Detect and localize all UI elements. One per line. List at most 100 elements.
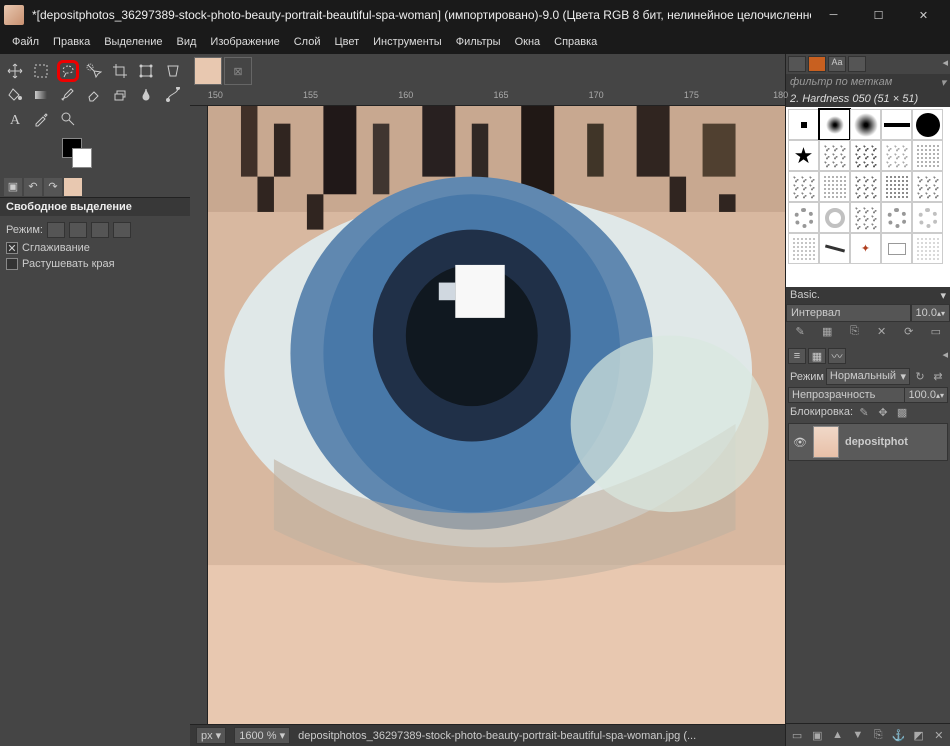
spacing-slider[interactable]: Интервал 10.0▴▾ (786, 304, 950, 322)
image-tab-thumb[interactable] (194, 57, 222, 85)
edit-brush-icon[interactable]: ✎ (792, 324, 808, 338)
brush-item[interactable] (912, 202, 943, 233)
opacity-slider[interactable]: Непрозрачность 100.0▴▾ (788, 387, 948, 403)
mode-intersect[interactable] (113, 222, 131, 238)
path-tool[interactable] (162, 84, 184, 106)
clone-tool[interactable] (109, 84, 131, 106)
image-tab-close[interactable]: ⊠ (224, 57, 252, 85)
mode-replace[interactable] (47, 222, 65, 238)
channels-tab[interactable]: ▦ (808, 348, 826, 364)
brush-item[interactable]: ✦ (850, 233, 881, 264)
layer-mode-select[interactable]: Нормальный▾ (826, 368, 910, 385)
menu-layer[interactable]: Слой (288, 34, 327, 50)
crop-tool[interactable] (109, 60, 131, 82)
minimize-button[interactable]: ─ (811, 0, 856, 30)
move-tool[interactable] (4, 60, 26, 82)
history-tab[interactable] (848, 56, 866, 72)
merge-layer-icon[interactable]: ⚓ (890, 728, 906, 742)
bucket-fill-tool[interactable] (4, 84, 26, 106)
duplicate-brush-icon[interactable]: ⎘ (846, 324, 862, 338)
smudge-tool[interactable] (135, 84, 157, 106)
background-color[interactable] (72, 148, 92, 168)
brush-item[interactable] (881, 109, 912, 140)
feather-row[interactable]: Растушевать края (6, 258, 184, 270)
antialias-row[interactable]: ✕ Сглаживание (6, 242, 184, 254)
transform-tool[interactable] (135, 60, 157, 82)
status-unit[interactable]: px ▾ (196, 727, 226, 744)
layer-item[interactable]: 👁 depositphot (788, 423, 948, 461)
menu-edit[interactable]: Правка (47, 34, 96, 50)
device-tab[interactable]: ↶ (24, 178, 42, 196)
brush-item[interactable] (881, 202, 912, 233)
paths-tab[interactable]: 〰 (828, 348, 846, 364)
mode-subtract[interactable] (91, 222, 109, 238)
undo-tab[interactable]: ↷ (44, 178, 62, 196)
brush-item[interactable] (912, 140, 943, 171)
new-layer-icon[interactable]: ▭ (789, 728, 805, 742)
brush-item[interactable] (881, 171, 912, 202)
lock-pixels-icon[interactable]: ✎ (856, 405, 872, 419)
brush-item[interactable] (881, 140, 912, 171)
lock-alpha-icon[interactable]: ▩ (894, 405, 910, 419)
brush-item[interactable] (819, 202, 850, 233)
brush-item[interactable] (850, 109, 881, 140)
menu-file[interactable]: Файл (6, 34, 45, 50)
brush-item[interactable]: ★ (788, 140, 819, 171)
brush-filter[interactable]: фильтр по меткам ▾ (786, 74, 950, 91)
brushes-tab[interactable] (788, 56, 806, 72)
menu-filters[interactable]: Фильтры (450, 34, 507, 50)
raise-layer-icon[interactable]: ▲ (830, 728, 846, 742)
lock-position-icon[interactable]: ✥ (875, 405, 891, 419)
menu-colors[interactable]: Цвет (328, 34, 365, 50)
delete-brush-icon[interactable]: ✕ (874, 324, 890, 338)
brush-item[interactable] (819, 140, 850, 171)
dock-menu-icon[interactable]: ◂ (942, 348, 948, 364)
close-button[interactable]: ✕ (901, 0, 946, 30)
brush-item[interactable] (881, 233, 912, 264)
lower-layer-icon[interactable]: ▼ (850, 728, 866, 742)
maximize-button[interactable]: ☐ (856, 0, 901, 30)
mode-add[interactable] (69, 222, 87, 238)
open-folder-icon[interactable]: ▭ (928, 324, 944, 338)
warp-tool[interactable] (162, 60, 184, 82)
refresh-brush-icon[interactable]: ⟳ (901, 324, 917, 338)
canvas[interactable] (208, 106, 785, 724)
brush-item[interactable] (912, 233, 943, 264)
vertical-ruler[interactable] (190, 106, 208, 724)
menu-image[interactable]: Изображение (204, 34, 285, 50)
brush-item[interactable] (819, 109, 850, 140)
brush-item[interactable] (912, 171, 943, 202)
brush-item[interactable] (850, 171, 881, 202)
fuzzy-select-tool[interactable] (83, 60, 105, 82)
color-picker-tool[interactable] (30, 108, 52, 130)
horizontal-ruler[interactable]: 150 155 160 165 170 175 180 (190, 88, 785, 106)
brush-item[interactable] (819, 233, 850, 264)
rect-select-tool[interactable] (30, 60, 52, 82)
feather-checkbox[interactable] (6, 258, 18, 270)
brush-preset[interactable]: Basic. ▾ (786, 287, 950, 304)
tool-options-tab[interactable]: ▣ (4, 178, 22, 196)
menu-windows[interactable]: Окна (509, 34, 547, 50)
new-group-icon[interactable]: ▣ (809, 728, 825, 742)
delete-layer-icon[interactable]: ✕ (931, 728, 947, 742)
brush-item[interactable] (788, 109, 819, 140)
text-tool[interactable]: A (4, 108, 26, 130)
visibility-icon[interactable]: 👁 (793, 436, 807, 449)
brush-item[interactable] (788, 202, 819, 233)
mask-layer-icon[interactable]: ◩ (911, 728, 927, 742)
antialias-checkbox[interactable]: ✕ (6, 242, 18, 254)
menu-help[interactable]: Справка (548, 34, 603, 50)
patterns-tab[interactable] (808, 56, 826, 72)
mode-reset-icon[interactable]: ↻ (912, 370, 928, 384)
zoom-tool[interactable] (57, 108, 79, 130)
mode-swap-icon[interactable]: ⇄ (930, 370, 946, 384)
new-brush-icon[interactable]: ▦ (819, 324, 835, 338)
gradient-tool[interactable] (30, 84, 52, 106)
dock-menu-icon[interactable]: ◂ (942, 56, 948, 72)
layers-tab[interactable]: ≡ (788, 348, 806, 364)
fonts-tab[interactable]: Aa (828, 56, 846, 72)
menu-view[interactable]: Вид (171, 34, 203, 50)
brush-item[interactable] (850, 202, 881, 233)
duplicate-layer-icon[interactable]: ⎘ (870, 728, 886, 742)
brush-item[interactable] (788, 233, 819, 264)
